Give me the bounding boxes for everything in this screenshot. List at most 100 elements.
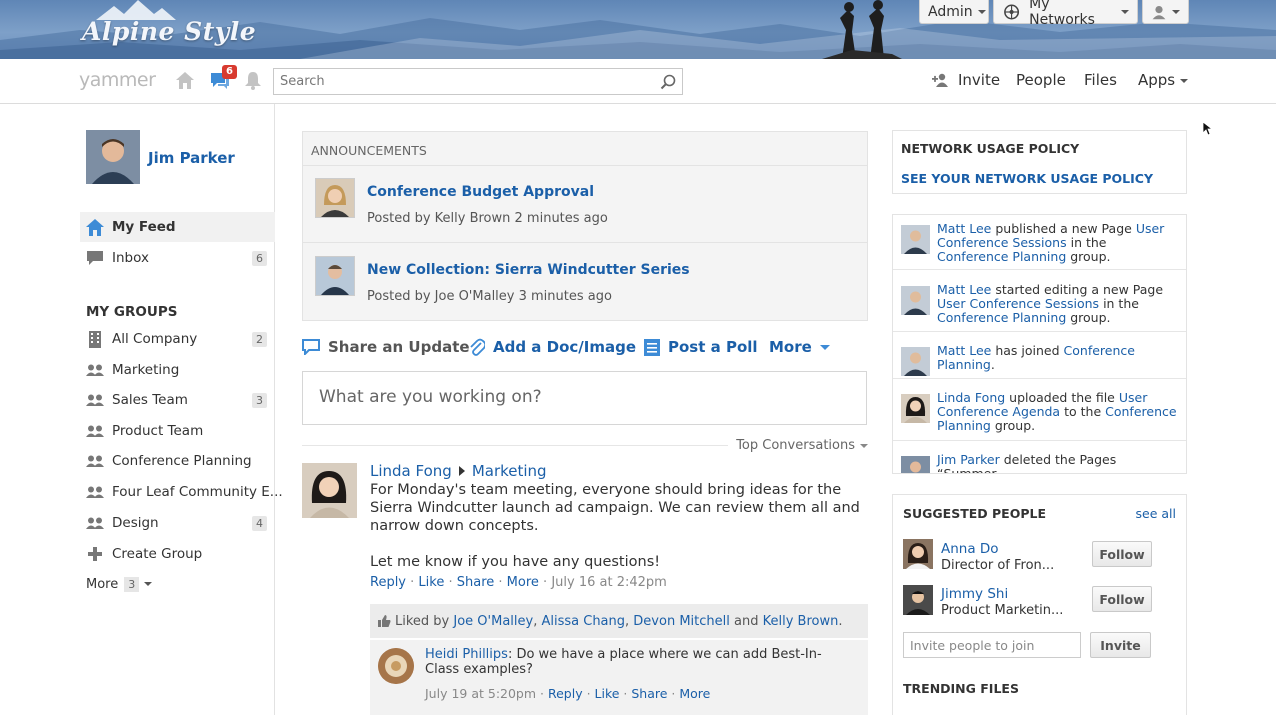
suggested-person-name[interactable]: Anna Do — [941, 541, 999, 557]
paperclip-icon — [470, 338, 485, 356]
reply-text: Heidi Phillips: Do we have a place where… — [425, 647, 822, 677]
liker-link[interactable]: Alissa Chang — [541, 614, 625, 629]
matt-lee-avatar[interactable] — [901, 225, 930, 254]
avatar-image — [316, 179, 354, 217]
like-link[interactable]: Like — [418, 575, 444, 590]
tab-share-update[interactable]: Share an Update — [302, 338, 470, 356]
sidebar-item-four-leaf[interactable]: Four Leaf Community E... — [80, 477, 283, 507]
reply-timestamp[interactable]: July 19 at 5:20pm — [425, 686, 536, 701]
sidebar-item-my-feed[interactable]: My Feed — [80, 212, 275, 242]
liker-link[interactable]: Kelly Brown — [763, 614, 839, 629]
linda-fong-avatar[interactable] — [901, 394, 930, 423]
group-count-badge: 3 — [252, 392, 267, 408]
sidebar-item-design[interactable]: Design 4 — [80, 508, 275, 538]
my-networks-label: My Networks — [1029, 0, 1095, 28]
kelly-brown-avatar[interactable] — [315, 178, 355, 218]
admin-label: Admin — [928, 3, 973, 20]
update-input[interactable] — [303, 372, 843, 422]
activity-actor-link[interactable]: Linda Fong — [937, 390, 1005, 405]
activity-ticker: Matt Lee published a new Page User Confe… — [892, 214, 1187, 474]
sidebar-more-menu[interactable]: More 3 — [80, 569, 275, 599]
user-avatar[interactable] — [86, 130, 140, 184]
activity-target-link[interactable]: Conference Planning — [937, 310, 1066, 325]
search-icon[interactable] — [660, 74, 676, 90]
joe-omalley-avatar[interactable] — [315, 256, 355, 296]
activity-actor-link[interactable]: Matt Lee — [937, 282, 991, 297]
search-box[interactable] — [273, 68, 683, 95]
jimmy-shi-avatar[interactable] — [903, 585, 933, 615]
feed-sort-dropdown[interactable]: Top Conversations — [728, 438, 868, 453]
follow-button[interactable]: Follow — [1092, 586, 1152, 612]
more-link[interactable]: More — [507, 575, 539, 590]
admin-menu-button[interactable]: Admin — [919, 0, 989, 24]
people-nav-link[interactable]: People — [1016, 71, 1066, 89]
home-icon[interactable] — [175, 71, 195, 90]
share-link[interactable]: Share — [631, 686, 667, 701]
invite-people-input[interactable] — [903, 632, 1081, 658]
sidebar-item-marketing[interactable]: Marketing — [80, 355, 275, 385]
activity-object-link[interactable]: User Conference Sessions — [937, 296, 1099, 311]
avatar-image — [378, 648, 414, 684]
search-input[interactable] — [274, 69, 644, 94]
tab-more[interactable]: More — [769, 338, 830, 356]
sidebar-item-sales-team[interactable]: Sales Team 3 — [80, 385, 275, 415]
bell-icon[interactable] — [244, 71, 262, 90]
liker-link[interactable]: Devon Mitchell — [633, 614, 730, 629]
linda-fong-avatar[interactable] — [302, 463, 357, 518]
sidebar-item-product-team[interactable]: Product Team — [80, 416, 275, 446]
matt-lee-avatar[interactable] — [901, 286, 930, 315]
user-name-link[interactable]: Jim Parker — [148, 149, 235, 167]
anna-do-avatar[interactable] — [903, 539, 933, 569]
more-link[interactable]: More — [679, 686, 710, 701]
files-nav-link[interactable]: Files — [1084, 71, 1117, 89]
post-group-link[interactable]: Marketing — [472, 462, 547, 480]
activity-text: Jim Parker deleted the Pages “Summer — [937, 453, 1177, 474]
tab-post-poll[interactable]: Post a Poll — [644, 338, 758, 356]
tab-label: Add a Doc/Image — [493, 338, 637, 356]
post-author-link[interactable]: Linda Fong — [370, 462, 452, 480]
invite-nav-link[interactable]: Invite — [932, 71, 1000, 89]
invite-button[interactable]: Invite — [1090, 632, 1151, 658]
reply-author-link[interactable]: Heidi Phillips — [425, 647, 508, 662]
sidebar-item-label: Sales Team — [112, 392, 188, 408]
liker-link[interactable]: Joe O'Malley — [453, 614, 533, 629]
activity-target-link[interactable]: Conference Planning — [937, 249, 1066, 264]
like-link[interactable]: Like — [595, 686, 620, 701]
avatar-image — [316, 257, 354, 295]
apps-nav-menu[interactable]: Apps — [1138, 71, 1189, 89]
network-logo[interactable]: Alpine Style — [82, 17, 256, 46]
network-icon — [1004, 4, 1020, 19]
activity-actor-link[interactable]: Matt Lee — [937, 343, 991, 358]
activity-actor-link[interactable]: Matt Lee — [937, 221, 991, 236]
post-timestamp[interactable]: July 16 at 2:42pm — [551, 575, 667, 590]
my-networks-button[interactable]: My Networks — [993, 0, 1138, 28]
create-group-link[interactable]: Create Group — [80, 539, 275, 569]
group-icon — [86, 486, 104, 498]
activity-mid: to the — [1064, 404, 1102, 419]
see-all-link[interactable]: see all — [1136, 506, 1176, 521]
heidi-phillips-avatar[interactable] — [378, 648, 414, 684]
more-count-badge: 3 — [124, 576, 140, 592]
account-menu-button[interactable] — [1142, 0, 1189, 24]
announcement-title-link[interactable]: New Collection: Sierra Windcutter Series — [367, 262, 690, 278]
share-link[interactable]: Share — [457, 575, 495, 590]
tab-add-doc-image[interactable]: Add a Doc/Image — [469, 338, 636, 356]
activity-tail: . — [990, 357, 995, 372]
sidebar-item-inbox[interactable]: Inbox 6 — [80, 243, 275, 273]
announcement-byline: Posted by Kelly Brown 2 minutes ago — [367, 211, 608, 226]
usage-policy-link[interactable]: SEE YOUR NETWORK USAGE POLICY — [901, 171, 1153, 186]
publisher-box[interactable] — [302, 371, 867, 425]
group-icon — [86, 517, 104, 529]
reply-link[interactable]: Reply — [370, 575, 406, 590]
suggested-person-name[interactable]: Jimmy Shi — [941, 586, 1008, 602]
my-groups-heading: MY GROUPS — [86, 304, 178, 320]
sidebar-item-conference-planning[interactable]: Conference Planning — [80, 446, 275, 476]
matt-lee-avatar[interactable] — [901, 347, 930, 376]
jim-parker-avatar[interactable] — [901, 456, 930, 473]
reply-link[interactable]: Reply — [548, 686, 583, 701]
yammer-logo[interactable]: yammer — [79, 69, 156, 91]
announcement-title-link[interactable]: Conference Budget Approval — [367, 184, 594, 200]
activity-actor-link[interactable]: Jim Parker — [937, 452, 1000, 467]
follow-button[interactable]: Follow — [1092, 541, 1152, 567]
sidebar-item-all-company[interactable]: All Company 2 — [80, 324, 275, 354]
